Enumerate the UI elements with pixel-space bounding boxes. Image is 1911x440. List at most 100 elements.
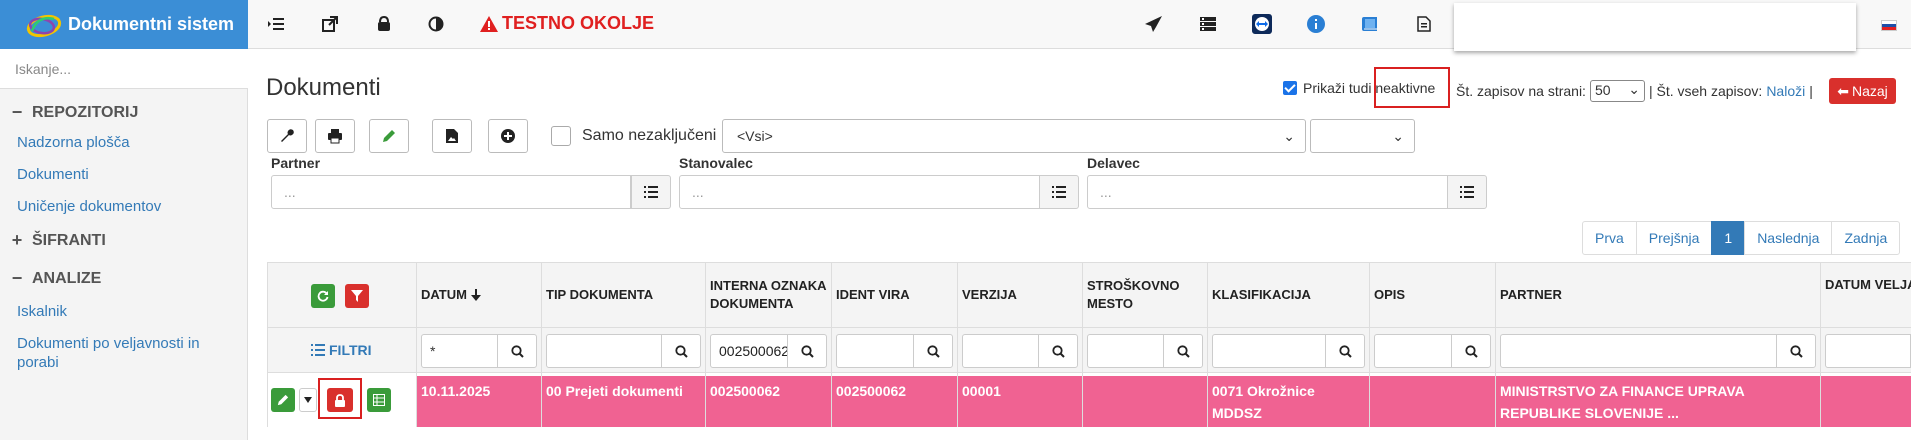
bag-icon[interactable] — [372, 12, 396, 36]
worker-list-button[interactable] — [1447, 175, 1487, 209]
teamviewer-icon[interactable] — [1250, 12, 1274, 36]
header-tip-dokumenta[interactable]: TIP DOKUMENTA — [542, 262, 706, 328]
row-dropdown-button[interactable] — [299, 388, 317, 412]
refresh-button[interactable] — [311, 284, 335, 308]
filter-datum-input[interactable]: * — [421, 334, 498, 368]
cell-partner: MINISTRSTVO ZA FINANCE UPRAVA REPUBLIKE … — [1500, 383, 1745, 421]
partner-list-button[interactable] — [631, 175, 671, 209]
paper-plane-icon[interactable] — [1142, 12, 1166, 36]
search-button[interactable] — [913, 334, 953, 368]
search-button[interactable] — [1038, 334, 1078, 368]
filter-tip-input[interactable] — [546, 334, 662, 368]
filter-verzija-input[interactable] — [962, 334, 1039, 368]
header-datum-veljavnosti[interactable]: DATUM VELJAVNOSTI — [1821, 262, 1911, 328]
book-icon[interactable] — [1358, 12, 1382, 36]
sidebar-item-unicenje-dokumentov[interactable]: Uničenje dokumentov — [17, 197, 161, 216]
collapse-icon: − — [11, 102, 23, 122]
spreadsheet-row-button[interactable] — [367, 388, 391, 412]
filter-strosek-input[interactable] — [1087, 334, 1164, 368]
pager-previous[interactable]: Prejšnja — [1635, 221, 1713, 255]
load-total-link[interactable]: Naloži — [1766, 83, 1805, 99]
info-icon[interactable] — [1304, 12, 1328, 36]
sidebar-item-dokumenti[interactable]: Dokumenti — [17, 165, 89, 184]
file-image-icon — [446, 129, 458, 143]
search-button[interactable] — [497, 334, 537, 368]
tenant-label: Stanovalec — [679, 155, 753, 171]
document-type-select[interactable]: <Vsi> ⌄ — [722, 119, 1306, 153]
sidebar-section-repozitorij[interactable]: − REPOZITORIJ — [10, 102, 139, 123]
environment-text: TESTNO OKOLJE — [502, 13, 655, 33]
header-klasifikacija[interactable]: KLASIFIKACIJA — [1208, 262, 1370, 328]
clear-filter-button[interactable] — [345, 284, 369, 308]
server-icon[interactable] — [1196, 12, 1220, 36]
edit-row-button[interactable] — [271, 388, 295, 412]
header-verzija[interactable]: VERZIJA — [958, 262, 1083, 328]
filter-veljavnost-input[interactable] — [1825, 334, 1911, 368]
worker-label: Delavec — [1087, 155, 1140, 171]
header-ident-vira[interactable]: IDENT VIRA — [832, 262, 958, 328]
search-button[interactable] — [1776, 334, 1816, 368]
checkbox-checked-icon[interactable] — [1283, 81, 1297, 95]
sidebar-item-iskalnik[interactable]: Iskalnik — [17, 302, 67, 321]
separator: | — [1809, 83, 1813, 99]
add-button[interactable] — [488, 119, 528, 153]
sidebar-section-analize[interactable]: − ANALIZE — [10, 268, 102, 289]
pager-next[interactable]: Naslednja — [1744, 221, 1833, 255]
worker-input[interactable]: ... — [1087, 175, 1448, 209]
header-stroskovno-mesto[interactable]: STROŠKOVNO MESTO — [1083, 262, 1208, 328]
header-partner[interactable]: PARTNER — [1496, 262, 1821, 328]
external-link-icon[interactable] — [318, 12, 342, 36]
search-button[interactable] — [1451, 334, 1491, 368]
filter-tip — [546, 334, 702, 368]
page-title: Dokumenti — [266, 74, 381, 101]
pager-first[interactable]: Prva — [1582, 221, 1637, 255]
secondary-select[interactable]: ⌄ — [1310, 119, 1415, 153]
brand[interactable]: Dokumentni sistem — [0, 0, 248, 49]
image-document-button[interactable] — [432, 119, 472, 153]
back-button[interactable]: ⬅ Nazaj — [1829, 78, 1896, 104]
header-opis[interactable]: OPIS — [1370, 262, 1496, 328]
pager-current[interactable]: 1 — [1711, 221, 1746, 255]
filter-interna-input[interactable]: 002500062 — [710, 334, 788, 368]
pager-last[interactable]: Zadnja — [1831, 221, 1901, 255]
list-indent-icon[interactable] — [264, 12, 288, 36]
sidebar-section-sifranti[interactable]: + ŠIFRANTI — [10, 230, 106, 251]
filter-partner-input[interactable] — [1500, 334, 1777, 368]
contrast-icon[interactable] — [424, 12, 448, 36]
search-button[interactable] — [787, 334, 827, 368]
slovenia-flag-icon[interactable] — [1881, 20, 1897, 31]
filter-klasifikacija-input[interactable] — [1212, 334, 1326, 368]
search-button[interactable] — [661, 334, 701, 368]
header-interna-oznaka[interactable]: INTERNA OZNAKA DOKUMENTA — [706, 262, 832, 328]
tenant-input[interactable]: ... — [679, 175, 1040, 209]
search-button[interactable] — [1163, 334, 1203, 368]
per-page-select[interactable]: 50 ⌄ — [1589, 80, 1645, 102]
user-menu-panel[interactable] — [1454, 3, 1856, 51]
sidebar: Iskanje... − REPOZITORIJ Nadzorna plošča… — [0, 49, 248, 440]
wrench-icon — [281, 129, 294, 142]
document-icon[interactable] — [1412, 12, 1436, 36]
header-datum[interactable]: DATUM — [417, 262, 542, 328]
sidebar-search-input[interactable]: Iskanje... — [0, 49, 248, 89]
filters-toggle[interactable]: FILTRI — [311, 342, 372, 358]
cell-klasifikacija: 0071 Okrožnice MDDSZ — [1212, 383, 1315, 421]
partner-input[interactable]: ... — [271, 175, 631, 209]
list-icon — [1052, 186, 1066, 198]
chevron-down-icon: ⌄ — [1283, 128, 1295, 144]
top-bar: Dokumentni sistem TESTNO OKOLJE — [0, 0, 1911, 51]
tenant-list-button[interactable] — [1039, 175, 1079, 209]
edit-button[interactable] — [369, 119, 409, 153]
search-button[interactable] — [1325, 334, 1365, 368]
sidebar-item-nadzorna-plosca[interactable]: Nadzorna plošča — [17, 133, 130, 152]
printer-icon — [328, 129, 342, 144]
list-icon — [644, 186, 658, 198]
filter-interna: 002500062 — [710, 334, 828, 368]
sidebar-item-dokumenti-po-veljavnosti[interactable]: Dokumenti po veljavnosti in porabi — [17, 334, 217, 372]
only-unfinished-checkbox[interactable] — [551, 126, 571, 146]
settings-button[interactable] — [267, 119, 307, 153]
filter-ident-input[interactable] — [836, 334, 914, 368]
highlight-box — [1374, 67, 1450, 108]
list-icon — [1460, 186, 1474, 198]
print-button[interactable] — [315, 119, 355, 153]
filter-opis-input[interactable] — [1374, 334, 1452, 368]
